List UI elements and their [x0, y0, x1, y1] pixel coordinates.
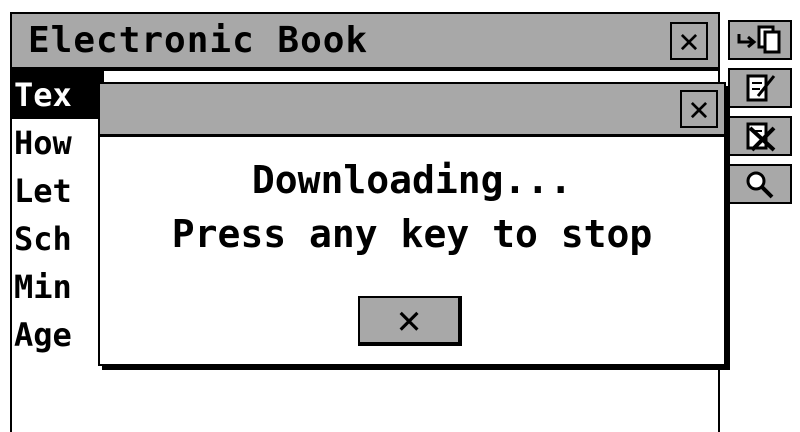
side-toolbar — [722, 12, 800, 432]
list-item-label: Age — [14, 316, 72, 354]
edit-icon — [746, 74, 776, 102]
list-item[interactable]: Sch — [12, 215, 104, 263]
search-button[interactable] — [728, 164, 792, 204]
window-titlebar: Electronic Book ✕ — [12, 14, 718, 71]
list-item-label: Let — [14, 172, 72, 210]
window-close-button[interactable]: ✕ — [670, 22, 708, 60]
book-list: Tex How Let Sch Min Age — [12, 71, 104, 359]
delete-button[interactable] — [728, 116, 792, 156]
list-item-label: Sch — [14, 220, 72, 258]
close-icon: ✕ — [396, 297, 422, 343]
delete-icon — [746, 122, 776, 152]
list-item[interactable]: How — [12, 119, 104, 167]
dialog-titlebar: ✕ — [100, 84, 724, 137]
list-item[interactable]: Tex — [12, 71, 104, 119]
close-icon: ✕ — [688, 89, 710, 129]
list-item-label: Min — [14, 268, 72, 306]
window-title: Electronic Book — [28, 20, 369, 61]
enter-book-icon — [737, 25, 781, 54]
open-book-button[interactable] — [728, 20, 792, 60]
edit-button[interactable] — [728, 68, 792, 108]
list-item-label: Tex — [14, 76, 72, 114]
list-item[interactable]: Let — [12, 167, 104, 215]
dialog-message-line1: Downloading... — [251, 158, 573, 202]
dialog-message-line2: Press any key to stop — [171, 212, 653, 256]
list-item[interactable]: Min — [12, 263, 104, 311]
list-item-label: How — [14, 124, 72, 162]
close-icon: ✕ — [678, 21, 700, 61]
cancel-download-button[interactable]: ✕ — [358, 296, 462, 346]
dialog-close-button[interactable]: ✕ — [680, 90, 718, 128]
download-dialog: ✕ Downloading... Press any key to stop ✕ — [98, 82, 726, 366]
search-icon — [746, 171, 774, 199]
list-item[interactable]: Age — [12, 311, 104, 359]
